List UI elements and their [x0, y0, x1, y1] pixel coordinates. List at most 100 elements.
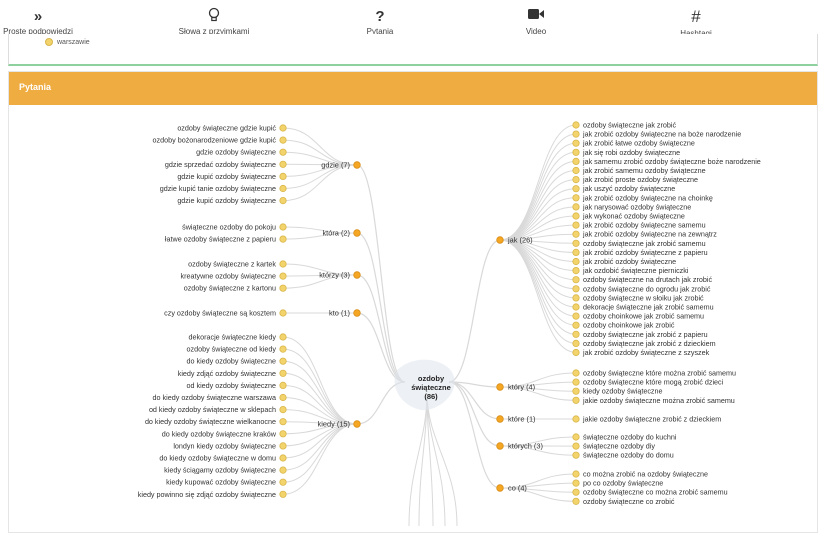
- leaf-label[interactable]: jak zrobić ozdoby świąteczne na boże nar…: [582, 130, 741, 139]
- hub-node-dot[interactable]: [354, 272, 361, 279]
- leaf-node-dot[interactable]: [280, 149, 286, 155]
- root-label[interactable]: świąteczne: [411, 383, 451, 392]
- hub-label[interactable]: gdzie (7): [321, 161, 350, 170]
- leaf-label[interactable]: ozdoby świąteczne w słoiku jak zrobić: [583, 293, 704, 302]
- leaf-node-dot[interactable]: [573, 222, 579, 228]
- leaf-node-dot[interactable]: [573, 397, 579, 403]
- leaf-node-dot[interactable]: [573, 277, 579, 283]
- leaf-label[interactable]: jakie ozdoby świąteczne zrobić z dziecki…: [582, 415, 721, 424]
- leaf-node-dot[interactable]: [573, 286, 579, 292]
- leaf-label[interactable]: jak się robi ozdoby świąteczne: [582, 148, 680, 157]
- leaf-node-dot[interactable]: [573, 122, 579, 128]
- leaf-node-dot[interactable]: [280, 185, 286, 191]
- leaf-label[interactable]: ozdoby choinkowe jak zrobić samemu: [583, 312, 704, 321]
- leaf-label[interactable]: ozdoby świąteczne jak zrobić z dzieckiem: [583, 339, 716, 348]
- leaf-label[interactable]: ozdoby świąteczne z kartonu: [184, 284, 276, 293]
- leaf-node-dot[interactable]: [280, 173, 286, 179]
- leaf-label[interactable]: dekoracje świąteczne kiedy: [189, 333, 277, 342]
- leaf-node-dot[interactable]: [573, 388, 579, 394]
- leaf-label[interactable]: czy ozdoby świąteczne są kosztem: [164, 309, 276, 318]
- leaf-node-dot[interactable]: [573, 195, 579, 201]
- leaf-node-dot[interactable]: [280, 431, 286, 437]
- leaf-label[interactable]: od kiedy ozdoby świąteczne w sklepach: [149, 405, 276, 414]
- hub-label[interactable]: co (4): [508, 484, 527, 493]
- leaf-label[interactable]: ozdoby świąteczne od kiedy: [187, 345, 277, 354]
- leaf-label[interactable]: jak wykonać ozdoby świąteczne: [582, 212, 685, 221]
- leaf-node-dot[interactable]: [573, 452, 579, 458]
- leaf-label[interactable]: jak zrobić ozdoby świąteczne na zewnątrz: [582, 230, 717, 239]
- leaf-node-dot[interactable]: [280, 406, 286, 412]
- leaf-label[interactable]: ozdoby świąteczne jak zrobić samemu: [583, 239, 706, 248]
- leaf-label[interactable]: ozdoby bożonarodzeniowe gdzie kupić: [153, 136, 277, 145]
- hub-node-dot[interactable]: [354, 310, 361, 317]
- leaf-label[interactable]: dekoracje świąteczne jak zrobić samemu: [583, 303, 714, 312]
- leaf-label[interactable]: kiedy kupować ozdoby świąteczne: [166, 478, 276, 487]
- leaf-node-dot[interactable]: [573, 176, 579, 182]
- leaf-node-dot[interactable]: [573, 249, 579, 255]
- leaf-label[interactable]: gdzie kupić ozdoby świąteczne: [177, 172, 276, 181]
- leaf-node-dot[interactable]: [573, 379, 579, 385]
- leaf-node-dot[interactable]: [573, 149, 579, 155]
- leaf-node-dot[interactable]: [573, 370, 579, 376]
- leaf-node-dot[interactable]: [280, 370, 286, 376]
- leaf-label[interactable]: jak samemu zrobić ozdoby świąteczne boże…: [582, 157, 761, 166]
- leaf-node-dot[interactable]: [280, 394, 286, 400]
- hub-node-dot[interactable]: [497, 485, 504, 492]
- leaf-label[interactable]: kiedy zdjąć ozdoby świąteczne: [178, 369, 276, 378]
- leaf-label[interactable]: ozdoby świąteczne z kartek: [188, 260, 276, 269]
- leaf-node-dot[interactable]: [280, 137, 286, 143]
- leaf-node-dot[interactable]: [280, 334, 286, 340]
- leaf-node-dot[interactable]: [280, 346, 286, 352]
- leaf-node-dot[interactable]: [280, 467, 286, 473]
- leaf-node-dot[interactable]: [573, 231, 579, 237]
- leaf-label[interactable]: kiedy ściągamy ozdoby świąteczne: [164, 466, 276, 475]
- leaf-label[interactable]: co można zrobić na ozdoby świąteczne: [583, 470, 708, 479]
- leaf-node-dot[interactable]: [573, 186, 579, 192]
- leaf-node-dot[interactable]: [573, 167, 579, 173]
- leaf-node-dot[interactable]: [573, 349, 579, 355]
- leaf-label[interactable]: do kiedy ozdoby świąteczne wielkanocne: [145, 417, 276, 426]
- leaf-node-dot[interactable]: [573, 131, 579, 137]
- leaf-label[interactable]: kreatywne ozdoby świąteczne: [181, 272, 276, 281]
- leaf-label[interactable]: do kiedy ozdoby świąteczne warszawa: [153, 393, 276, 402]
- leaf-node-dot[interactable]: [573, 313, 579, 319]
- leaf-node-dot[interactable]: [573, 331, 579, 337]
- leaf-label[interactable]: ozdoby świąteczne jak zrobić z papieru: [583, 330, 708, 339]
- leaf-label[interactable]: jak zrobić proste ozdoby świąteczne: [582, 175, 698, 184]
- leaf-node-dot[interactable]: [280, 491, 286, 497]
- leaf-label[interactable]: od kiedy ozdoby świąteczne: [187, 381, 277, 390]
- leaf-label[interactable]: gdzie kupić ozdoby świąteczne: [177, 196, 276, 205]
- leaf-node-dot[interactable]: [280, 236, 286, 242]
- hub-node-dot[interactable]: [497, 416, 504, 423]
- leaf-label[interactable]: jak zrobić ozdoby świąteczne na choinkę: [582, 193, 713, 202]
- leaf-node-dot[interactable]: [573, 480, 579, 486]
- leaf-label[interactable]: jak uszyć ozdoby świąteczne: [582, 184, 675, 193]
- leaf-label[interactable]: łatwe ozdoby świąteczne z papieru: [165, 235, 276, 244]
- leaf-node-dot[interactable]: [573, 240, 579, 246]
- leaf-label[interactable]: gdzie kupić tanie ozdoby świąteczne: [160, 184, 276, 193]
- hub-node-dot[interactable]: [497, 443, 504, 450]
- leaf-label[interactable]: świąteczne ozdoby do kuchni: [583, 433, 677, 442]
- leaf-label[interactable]: jak zrobić łatwe ozdoby świąteczne: [582, 139, 695, 148]
- hub-node-dot[interactable]: [497, 384, 504, 391]
- leaf-node-dot[interactable]: [573, 213, 579, 219]
- leaf-node-dot[interactable]: [573, 443, 579, 449]
- leaf-node-dot[interactable]: [573, 258, 579, 264]
- leaf-label[interactable]: ozdoby świąteczne na drutach jak zrobić: [583, 275, 712, 284]
- leaf-label[interactable]: po co ozdoby świąteczne: [583, 479, 663, 488]
- leaf-label[interactable]: gdzie ozdoby świąteczne: [196, 148, 276, 157]
- hub-label[interactable]: jak (26): [507, 236, 533, 245]
- leaf-label[interactable]: do kiedy ozdoby świąteczne w domu: [159, 454, 276, 463]
- hub-label[interactable]: kto (1): [329, 309, 350, 318]
- leaf-node-dot[interactable]: [280, 443, 286, 449]
- leaf-label[interactable]: ozdoby świąteczne jak zrobić: [583, 121, 676, 130]
- leaf-label[interactable]: jak zrobić ozdoby świąteczne samemu: [582, 221, 706, 230]
- leaf-label[interactable]: kiedy ozdoby świąteczne: [583, 387, 663, 396]
- leaf-node-dot[interactable]: [573, 416, 579, 422]
- leaf-node-dot[interactable]: [280, 358, 286, 364]
- leaf-label[interactable]: ozdoby świąteczne które można zrobić sam…: [583, 369, 736, 378]
- hub-label[interactable]: które (1): [508, 415, 536, 424]
- leaf-node-dot[interactable]: [280, 455, 286, 461]
- leaf-label[interactable]: ozdoby świąteczne które mogą zrobić dzie…: [583, 378, 724, 387]
- leaf-node-dot[interactable]: [280, 197, 286, 203]
